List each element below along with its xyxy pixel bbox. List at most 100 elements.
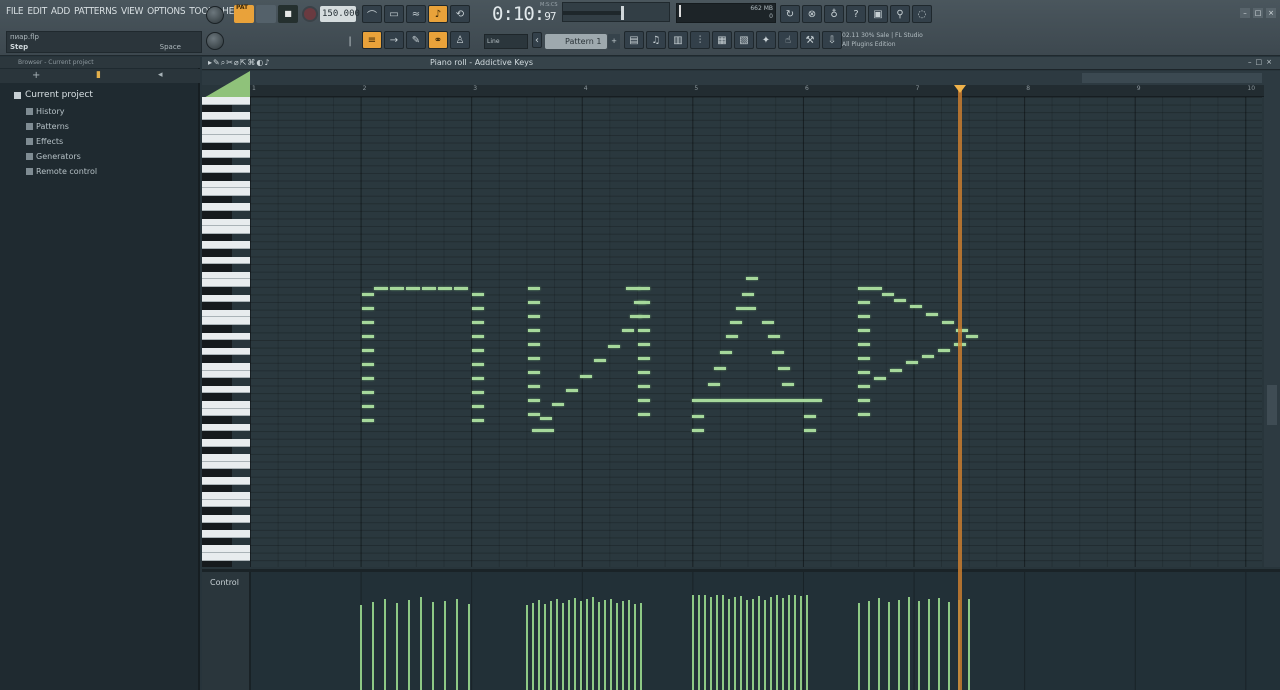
note[interactable] xyxy=(858,287,870,290)
note[interactable] xyxy=(472,363,484,366)
note[interactable] xyxy=(472,321,484,324)
black-key[interactable] xyxy=(202,195,232,204)
pattern-selector[interactable]: Pattern 1 xyxy=(545,34,607,49)
black-key[interactable] xyxy=(202,211,232,219)
note[interactable] xyxy=(608,345,620,348)
black-key[interactable] xyxy=(202,142,232,151)
velocity-bar[interactable] xyxy=(764,599,766,690)
master-volume-slider[interactable] xyxy=(563,6,624,20)
velocity-bar[interactable] xyxy=(918,601,920,690)
menu-patterns[interactable]: PATTERNS xyxy=(74,6,117,17)
mixer-icon[interactable]: ⊗ xyxy=(802,5,822,23)
note[interactable] xyxy=(362,293,374,296)
note[interactable] xyxy=(528,385,540,388)
note[interactable] xyxy=(638,329,650,332)
note[interactable] xyxy=(362,405,374,408)
note[interactable] xyxy=(540,417,552,420)
folder-icon[interactable]: ▮ xyxy=(96,70,101,80)
velocity-bar[interactable] xyxy=(728,598,730,690)
black-key[interactable] xyxy=(202,233,232,242)
black-key[interactable] xyxy=(202,393,232,401)
browser-icon[interactable]: ▧ xyxy=(734,31,754,49)
black-key[interactable] xyxy=(202,431,232,439)
velocity-bar[interactable] xyxy=(634,604,636,690)
black-key[interactable] xyxy=(202,355,232,363)
note[interactable] xyxy=(532,429,554,432)
note[interactable] xyxy=(622,329,634,332)
note[interactable] xyxy=(858,343,870,346)
velocity-bar[interactable] xyxy=(734,597,736,690)
metronome-icon[interactable]: ⌒ xyxy=(362,5,382,23)
velocity-bar[interactable] xyxy=(408,599,410,690)
velocity-bar[interactable] xyxy=(420,597,422,690)
note-grid[interactable] xyxy=(250,97,1262,567)
note[interactable] xyxy=(362,363,374,366)
black-key[interactable] xyxy=(202,119,232,128)
white-key[interactable] xyxy=(202,188,250,196)
note[interactable] xyxy=(882,293,894,296)
note[interactable] xyxy=(804,415,816,418)
velocity-bar[interactable] xyxy=(384,599,386,690)
velocity-bar[interactable] xyxy=(692,595,694,690)
note[interactable] xyxy=(406,287,420,290)
velocity-bar[interactable] xyxy=(948,602,950,690)
white-key[interactable] xyxy=(202,545,250,553)
close-icon[interactable]: × xyxy=(1266,8,1276,18)
velocity-bar[interactable] xyxy=(604,600,606,690)
menu-edit[interactable]: EDIT xyxy=(27,6,47,17)
note[interactable] xyxy=(362,307,374,310)
white-key[interactable] xyxy=(202,165,250,173)
tree-item-patterns[interactable]: Patterns xyxy=(26,119,97,134)
note[interactable] xyxy=(390,287,404,290)
note[interactable] xyxy=(594,359,606,362)
velocity-bar[interactable] xyxy=(704,595,706,690)
white-key[interactable] xyxy=(202,439,250,447)
black-key[interactable] xyxy=(202,157,232,166)
white-key[interactable] xyxy=(202,363,250,371)
black-key[interactable] xyxy=(202,104,232,113)
loop-record-icon[interactable]: ⟲ xyxy=(450,5,470,23)
note[interactable] xyxy=(638,371,650,374)
note[interactable] xyxy=(362,321,374,324)
note[interactable] xyxy=(472,391,484,394)
white-key[interactable] xyxy=(202,530,250,538)
note[interactable] xyxy=(858,301,870,304)
song-mode-button[interactable] xyxy=(256,5,276,23)
minimize-icon[interactable]: – xyxy=(1240,8,1250,18)
white-key[interactable] xyxy=(202,553,250,561)
velocity-bar[interactable] xyxy=(532,602,534,690)
velocity-bar[interactable] xyxy=(574,597,576,690)
note[interactable] xyxy=(362,349,374,352)
velocity-bar[interactable] xyxy=(538,600,540,690)
velocity-bar[interactable] xyxy=(456,599,458,690)
tree-item-generators[interactable]: Generators xyxy=(26,149,97,164)
black-key[interactable] xyxy=(202,264,232,272)
note[interactable] xyxy=(858,329,870,332)
white-key[interactable] xyxy=(202,127,250,135)
note[interactable] xyxy=(472,307,484,310)
note[interactable] xyxy=(472,405,484,408)
velocity-bar[interactable] xyxy=(782,598,784,690)
note[interactable] xyxy=(638,385,650,388)
note[interactable] xyxy=(906,361,918,364)
record-button[interactable] xyxy=(302,6,318,22)
countdown-icon[interactable]: ≈ xyxy=(406,5,426,23)
white-key[interactable] xyxy=(202,332,250,341)
note[interactable] xyxy=(858,357,870,360)
note[interactable] xyxy=(634,301,646,304)
wait-input-icon[interactable]: ▭ xyxy=(384,5,404,23)
note[interactable] xyxy=(858,399,870,402)
white-key[interactable] xyxy=(202,499,250,508)
pattern-add-icon[interactable]: + xyxy=(608,34,620,49)
black-key[interactable] xyxy=(202,378,232,386)
white-key[interactable] xyxy=(202,317,250,325)
save-icon[interactable]: ▣ xyxy=(868,5,888,23)
black-key[interactable] xyxy=(202,537,232,546)
white-key[interactable] xyxy=(202,477,250,485)
master-volume-knob[interactable] xyxy=(206,6,224,24)
note[interactable] xyxy=(926,313,938,316)
white-key[interactable] xyxy=(202,423,250,432)
velocity-bar[interactable] xyxy=(526,605,528,690)
velocity-bar[interactable] xyxy=(544,603,546,690)
velocity-bar[interactable] xyxy=(806,595,808,690)
